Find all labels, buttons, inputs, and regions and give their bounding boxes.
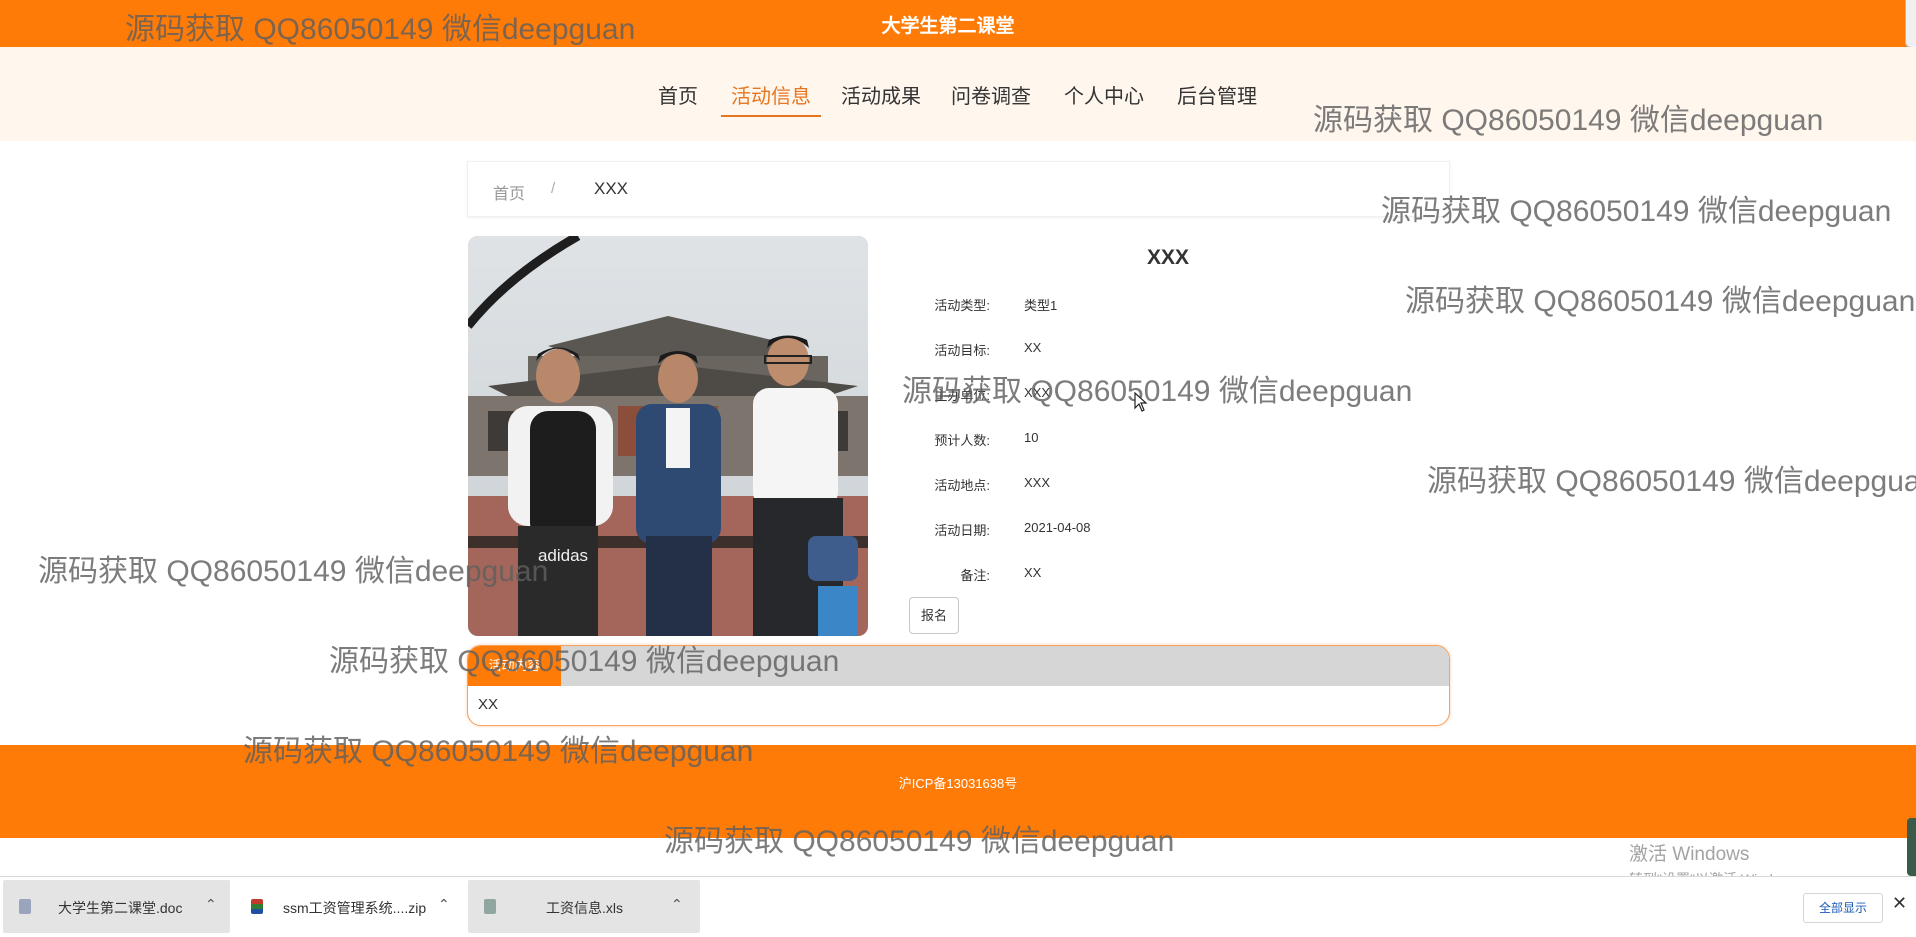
field-label-date: 活动日期:	[934, 523, 990, 538]
field-value-type: 类型1	[1024, 298, 1058, 313]
breadcrumb-home-link[interactable]: 首页	[493, 180, 525, 204]
download-item[interactable]: ssm工资管理系统....zip ⌃	[235, 880, 465, 933]
field-value-expected-count: 10	[1024, 430, 1039, 445]
excel-sheet-icon	[484, 899, 496, 914]
activation-title: 激活 Windows	[1629, 844, 1750, 865]
breadcrumb-separator: /	[551, 180, 556, 197]
activity-content-text: XX	[478, 696, 499, 713]
field-value-date: 2021-04-08	[1024, 520, 1091, 535]
nav-item-personal-center[interactable]: 个人中心	[1064, 80, 1144, 115]
show-all-downloads-button[interactable]: 全部显示	[1803, 893, 1883, 923]
breadcrumb-current: XXX	[594, 179, 629, 198]
site-footer: 沪ICP备13031638号	[0, 745, 1916, 838]
activity-content-panel: 活动内容 XX	[467, 645, 1450, 726]
field-value-location: XXX	[1024, 475, 1051, 490]
field-label-goal: 活动目标:	[934, 343, 990, 358]
field-label-type: 活动类型:	[934, 298, 990, 313]
nav-item-activity-info[interactable]: 活动信息	[721, 80, 821, 117]
mouse-cursor-icon	[1134, 391, 1148, 417]
chevron-up-icon[interactable]: ⌃	[438, 896, 450, 913]
signup-button[interactable]: 报名	[909, 597, 959, 634]
field-value-organizer: XXX	[1024, 385, 1051, 400]
chevron-up-icon[interactable]: ⌃	[671, 896, 683, 913]
close-downloads-icon[interactable]: ✕	[1892, 893, 1907, 914]
page-scrollbar[interactable]	[1905, 0, 1916, 48]
side-panel-tab[interactable]	[1907, 818, 1916, 876]
breadcrumb: 首页 / XXX	[467, 161, 1450, 217]
download-item[interactable]: 工资信息.xls ⌃	[468, 880, 700, 933]
chevron-up-icon[interactable]: ⌃	[205, 896, 217, 913]
watermark: 源码获取 QQ86050149 微信deepguan	[1381, 195, 1892, 228]
field-label-expected-count: 预计人数:	[934, 433, 990, 448]
activity-title: XXX	[1146, 246, 1190, 269]
svg-text:adidas: adidas	[538, 546, 588, 565]
nav-item-home[interactable]: 首页	[658, 80, 698, 115]
word-doc-icon	[19, 899, 31, 914]
content-tab-bar: 活动内容	[468, 646, 1449, 686]
nav-item-activity-results[interactable]: 活动成果	[841, 80, 921, 115]
field-label-remark: 备注:	[960, 568, 990, 583]
download-filename: 大学生第二课堂.doc	[58, 900, 183, 916]
watermark: 源码获取 QQ86050149 微信deepguan	[1427, 465, 1916, 498]
field-value-remark: XX	[1024, 565, 1042, 580]
watermark: 源码获取 QQ86050149 微信deepguan	[1405, 285, 1916, 318]
field-label-organizer: 主办单位:	[934, 388, 990, 403]
site-title: 大学生第二课堂	[881, 16, 1015, 37]
tab-activity-content[interactable]: 活动内容	[468, 646, 561, 686]
downloads-bar: 大学生第二课堂.doc ⌃ ssm工资管理系统....zip ⌃ 工资信息.xl…	[0, 876, 1916, 937]
nav-item-survey[interactable]: 问卷调查	[951, 80, 1031, 115]
download-filename: 工资信息.xls	[546, 900, 623, 916]
field-value-goal: XX	[1024, 340, 1042, 355]
site-header: 大学生第二课堂	[0, 0, 1916, 48]
download-item[interactable]: 大学生第二课堂.doc ⌃	[3, 880, 230, 933]
download-filename: ssm工资管理系统....zip	[283, 900, 427, 916]
activity-photo: adidas	[468, 236, 868, 636]
nav-item-admin[interactable]: 后台管理	[1177, 80, 1257, 115]
zip-archive-icon	[251, 899, 263, 914]
field-label-location: 活动地点:	[934, 478, 990, 493]
icp-record: 沪ICP备13031638号	[898, 776, 1018, 791]
